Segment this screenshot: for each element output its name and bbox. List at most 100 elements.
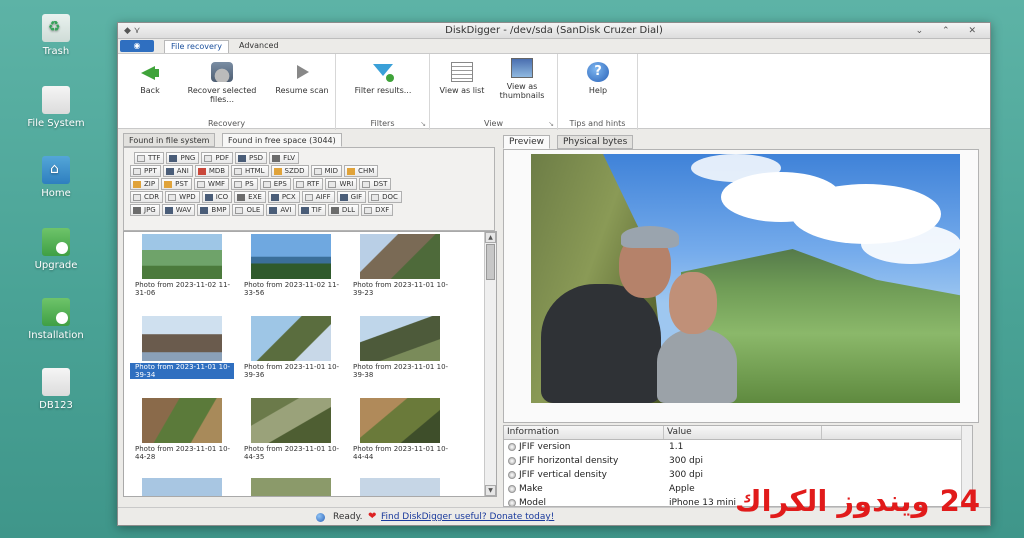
donate-link[interactable]: Find DiskDigger useful? Donate today! — [381, 508, 554, 526]
table-row[interactable]: JFIF horizontal density 300 dpi — [504, 454, 972, 468]
tab-found-in-free-space[interactable]: Found in free space (3044) — [222, 133, 342, 147]
desktop-icon-db123[interactable]: DB123 — [16, 368, 96, 411]
help-button[interactable]: ? Help — [574, 62, 622, 95]
desktop-icon-label: Upgrade — [34, 260, 78, 271]
filetype-toggle-chm[interactable]: CHM — [344, 165, 379, 177]
thumbnail-item[interactable]: Photo from 2023-11-01 10-44-44 — [348, 398, 452, 480]
tab-advanced[interactable]: Advanced — [233, 40, 285, 53]
desktop-icon-label: Home — [41, 188, 71, 199]
photo-thumbnail — [142, 478, 222, 496]
filetype-toggle-rtf[interactable]: RTF — [292, 178, 324, 190]
thumbnail-item[interactable]: Photo from 2023-11-01 10-39-23 — [348, 234, 452, 316]
ribbon-group-label: Recovery — [207, 119, 246, 128]
app-menu-button[interactable]: ◉ — [120, 40, 154, 52]
thumbnail-item[interactable] — [130, 478, 234, 496]
thumbnail-item[interactable]: Photo from 2023-11-01 10-39-36 — [239, 316, 343, 398]
filetype-toggle-html[interactable]: HTML — [231, 165, 269, 177]
thumbnail-item[interactable]: Photo from 2023-11-02 11-31-06 — [130, 234, 234, 316]
filetype-toggle-dst[interactable]: DST — [359, 178, 392, 190]
filetype-toggle-cdr[interactable]: CDR — [130, 191, 164, 203]
filetype-toggle-jpg[interactable]: JPG — [130, 204, 160, 216]
home-folder-icon — [42, 156, 70, 184]
filetype-toggle-wav[interactable]: WAV — [161, 204, 196, 216]
thumbnail-item-selected[interactable]: Photo from 2023-11-01 10-39-34 — [130, 316, 234, 398]
resume-scan-button[interactable]: Resume scan — [272, 62, 332, 95]
table-row[interactable]: JFIF vertical density 300 dpi — [504, 468, 972, 482]
trash-icon — [42, 14, 70, 42]
desktop-icon-label: Installation — [28, 330, 84, 341]
table-row[interactable]: JFIF version 1.1 — [504, 440, 972, 454]
tab-found-in-file-system[interactable]: Found in file system — [123, 133, 216, 147]
filter-icon — [372, 62, 394, 82]
filetype-toggle-exe[interactable]: EXE — [234, 191, 266, 203]
filetype-toggle-szdd[interactable]: SZDD — [270, 165, 309, 177]
window-controls[interactable]: ⌄ ⌃ ✕ — [916, 23, 984, 39]
filetype-toggle-pst[interactable]: PST — [161, 178, 193, 190]
view-as-list-button[interactable]: View as list — [436, 62, 488, 95]
scroll-down-icon[interactable]: ▼ — [485, 485, 496, 496]
filetype-toggle-bmp[interactable]: BMP — [197, 204, 231, 216]
filetype-toggle-avi[interactable]: AVI — [266, 204, 296, 216]
filetype-toggle-ppt[interactable]: PPT — [130, 165, 161, 177]
filetype-toggle-psd[interactable]: PSD — [235, 152, 268, 164]
filetype-toggle-mdb[interactable]: MDB — [194, 165, 230, 177]
desktop-icon-installation[interactable]: Installation — [16, 298, 96, 341]
window-titlebar[interactable]: ◆ ⋎ DiskDigger - /dev/sda (SanDisk Cruze… — [118, 23, 990, 39]
filetype-toggle-ani[interactable]: ANI — [162, 165, 193, 177]
view-as-thumbnails-button[interactable]: View as thumbnails — [494, 58, 550, 100]
filetype-toggle-eps[interactable]: EPS — [259, 178, 291, 190]
desktop-icon-file-system[interactable]: File System — [16, 86, 96, 129]
filetype-toggle-tif[interactable]: TIF — [297, 204, 326, 216]
filetype-toggle-ico[interactable]: ICO — [201, 191, 233, 203]
filter-results-button[interactable]: Filter results... — [348, 62, 418, 95]
filetype-toggle-ps[interactable]: PS — [231, 178, 258, 190]
ribbon-group-view: View as list View as thumbnails View ↘ — [430, 54, 558, 130]
filetype-toggle-aiff[interactable]: AIFF — [301, 191, 335, 203]
photo-thumbnail — [360, 234, 440, 279]
group-expand-icon[interactable]: ↘ — [548, 120, 554, 128]
thumbnail-item[interactable]: Photo from 2023-11-01 10-39-38 — [348, 316, 452, 398]
tab-physical-bytes[interactable]: Physical bytes — [557, 135, 634, 149]
scrollbar-thumb[interactable] — [486, 244, 495, 280]
filetype-toggle-wmf[interactable]: WMF — [194, 178, 230, 190]
filetype-toggle-dxf[interactable]: DXF — [361, 204, 394, 216]
filetype-toggle-dll[interactable]: DLL — [327, 204, 360, 216]
filetype-toggle-zip[interactable]: ZIP — [130, 178, 160, 190]
thumbnail-item[interactable]: Photo from 2023-11-02 11-33-56 — [239, 234, 343, 316]
desktop-icon-home[interactable]: Home — [16, 156, 96, 199]
filetype-toggle-pdf[interactable]: PDF — [201, 152, 233, 164]
filetype-toggle-wpd[interactable]: WPD — [165, 191, 200, 203]
scroll-up-icon[interactable]: ▲ — [485, 232, 496, 243]
thumbnail-scrollbar[interactable]: ▲ ▼ — [484, 232, 496, 496]
filetype-toggle-gif[interactable]: GIF — [336, 191, 367, 203]
desktop-icon-trash[interactable]: Trash — [16, 14, 96, 57]
filetype-toggle-pcx[interactable]: PCX — [267, 191, 300, 203]
window-menu-icon[interactable]: ◆ ⋎ — [124, 23, 140, 39]
desktop-icon-label: Trash — [42, 46, 70, 57]
filetype-toggle-flv[interactable]: FLV — [269, 152, 300, 164]
filetype-toggle-wri[interactable]: WRI — [325, 178, 358, 190]
filetype-toggle-ttf[interactable]: TTF — [134, 152, 165, 164]
file-type-filter-bar: TTF PNG PDF PSD FLV PPT ANI MDB HTML SZD… — [123, 147, 495, 231]
upgrade-icon — [42, 228, 70, 256]
tab-file-recovery[interactable]: File recovery — [164, 40, 229, 53]
tab-preview[interactable]: Preview — [503, 135, 551, 149]
filetype-toggle-ole[interactable]: OLE — [232, 204, 265, 216]
install-icon — [42, 298, 70, 326]
recover-selected-button[interactable]: Recover selected files... — [180, 62, 264, 104]
thumbnail-item[interactable] — [239, 478, 343, 496]
group-expand-icon[interactable]: ↘ — [420, 120, 426, 128]
filetype-toggle-doc[interactable]: DOC — [368, 191, 402, 203]
filetype-toggle-png[interactable]: PNG — [166, 152, 200, 164]
photo-thumbnail — [360, 478, 440, 496]
desktop-icon-upgrade[interactable]: Upgrade — [16, 228, 96, 271]
thumbnail-item[interactable] — [348, 478, 452, 496]
column-header-information[interactable]: Information — [504, 426, 664, 439]
desktop-icon-label: DB123 — [39, 400, 73, 411]
thumbnail-item[interactable]: Photo from 2023-11-01 10-44-35 — [239, 398, 343, 480]
back-button[interactable]: Back — [130, 62, 170, 95]
thumbnail-item[interactable]: Photo from 2023-11-01 10-44-28 — [130, 398, 234, 480]
ribbon-group-label: View — [484, 119, 503, 128]
column-header-value[interactable]: Value — [664, 426, 822, 439]
filetype-toggle-mid[interactable]: MID — [310, 165, 343, 177]
